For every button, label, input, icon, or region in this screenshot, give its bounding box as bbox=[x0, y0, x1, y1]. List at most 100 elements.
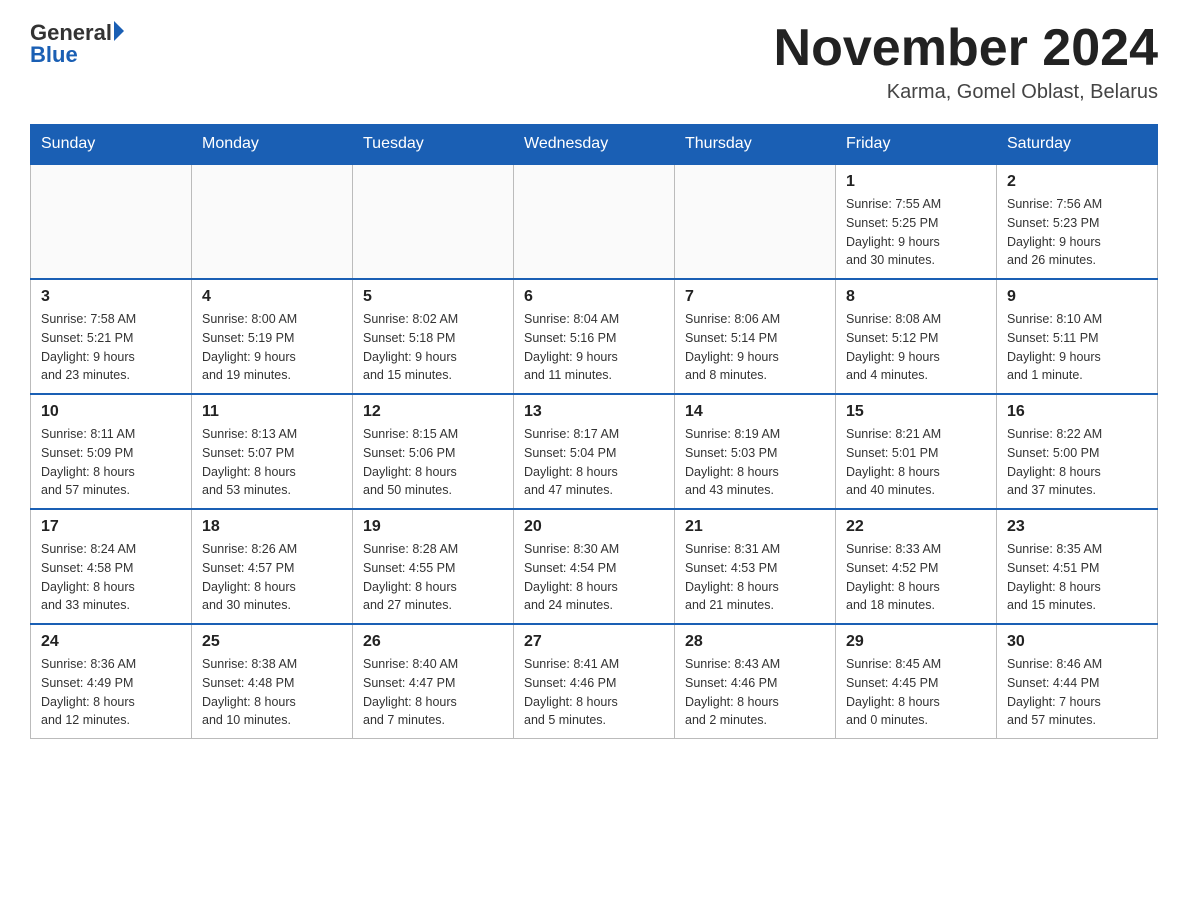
calendar-day-cell: 18 Sunrise: 8:26 AMSunset: 4:57 PMDayligh… bbox=[192, 509, 353, 624]
calendar-day-cell: 5Sunrise: 8:02 AMSunset: 5:18 PMDaylight… bbox=[353, 279, 514, 394]
day-info: Sunrise: 8:21 AMSunset: 5:01 PMDaylight:… bbox=[846, 425, 986, 500]
day-info: Sunrise: 8:35 AMSunset: 4:51 PMDaylight:… bbox=[1007, 540, 1147, 615]
day-of-week-header: Sunday bbox=[31, 125, 192, 165]
day-number: 21 bbox=[685, 518, 825, 536]
day-info: Sunrise: 8:43 AMSunset: 4:46 PMDaylight:… bbox=[685, 655, 825, 730]
calendar-day-cell: 8 Sunrise: 8:08 AMSunset: 5:12 PMDaylight… bbox=[836, 279, 997, 394]
calendar-day-cell: 23 Sunrise: 8:35 AMSunset: 4:51 PMDayligh… bbox=[997, 509, 1158, 624]
day-info: Sunrise: 8:30 AMSunset: 4:54 PMDaylight:… bbox=[524, 540, 664, 615]
day-info: Sunrise: 7:55 AMSunset: 5:25 PMDaylight:… bbox=[846, 195, 986, 270]
month-title: November 2024 bbox=[774, 20, 1158, 77]
day-info: Sunrise: 8:36 AMSunset: 4:49 PMDaylight:… bbox=[41, 655, 181, 730]
day-number: 2 bbox=[1007, 173, 1147, 191]
day-number: 20 bbox=[524, 518, 664, 536]
calendar-day-cell bbox=[675, 164, 836, 279]
calendar-week-row: 1Sunrise: 7:55 AMSunset: 5:25 PMDaylight… bbox=[31, 164, 1158, 279]
calendar-day-cell: 9 Sunrise: 8:10 AMSunset: 5:11 PMDaylight… bbox=[997, 279, 1158, 394]
calendar-day-cell: 28 Sunrise: 8:43 AMSunset: 4:46 PMDayligh… bbox=[675, 624, 836, 739]
day-info: Sunrise: 8:04 AMSunset: 5:16 PMDaylight:… bbox=[524, 310, 664, 385]
day-of-week-header: Wednesday bbox=[514, 125, 675, 165]
day-number: 23 bbox=[1007, 518, 1147, 536]
day-number: 14 bbox=[685, 403, 825, 421]
logo-triangle-icon bbox=[114, 21, 124, 41]
calendar-header: SundayMondayTuesdayWednesdayThursdayFrid… bbox=[31, 125, 1158, 165]
page-header: General Blue November 2024 Karma, Gomel … bbox=[30, 20, 1158, 104]
location-subtitle: Karma, Gomel Oblast, Belarus bbox=[774, 81, 1158, 104]
day-info: Sunrise: 8:28 AMSunset: 4:55 PMDaylight:… bbox=[363, 540, 503, 615]
day-headers-row: SundayMondayTuesdayWednesdayThursdayFrid… bbox=[31, 125, 1158, 165]
day-info: Sunrise: 8:02 AMSunset: 5:18 PMDaylight:… bbox=[363, 310, 503, 385]
calendar-day-cell: 19 Sunrise: 8:28 AMSunset: 4:55 PMDayligh… bbox=[353, 509, 514, 624]
day-number: 29 bbox=[846, 633, 986, 651]
calendar-day-cell: 1Sunrise: 7:55 AMSunset: 5:25 PMDaylight… bbox=[836, 164, 997, 279]
calendar-day-cell: 26 Sunrise: 8:40 AMSunset: 4:47 PMDayligh… bbox=[353, 624, 514, 739]
calendar-table: SundayMondayTuesdayWednesdayThursdayFrid… bbox=[30, 124, 1158, 739]
calendar-day-cell bbox=[192, 164, 353, 279]
day-info: Sunrise: 7:56 AMSunset: 5:23 PMDaylight:… bbox=[1007, 195, 1147, 270]
day-info: Sunrise: 8:11 AMSunset: 5:09 PMDaylight:… bbox=[41, 425, 181, 500]
calendar-day-cell: 25 Sunrise: 8:38 AMSunset: 4:48 PMDayligh… bbox=[192, 624, 353, 739]
day-info: Sunrise: 8:24 AMSunset: 4:58 PMDaylight:… bbox=[41, 540, 181, 615]
day-info: Sunrise: 7:58 AMSunset: 5:21 PMDaylight:… bbox=[41, 310, 181, 385]
logo-blue-text: Blue bbox=[30, 42, 78, 68]
day-number: 7 bbox=[685, 288, 825, 306]
day-number: 13 bbox=[524, 403, 664, 421]
day-number: 4 bbox=[202, 288, 342, 306]
day-info: Sunrise: 8:10 AMSunset: 5:11 PMDaylight:… bbox=[1007, 310, 1147, 385]
calendar-day-cell: 6 Sunrise: 8:04 AMSunset: 5:16 PMDaylight… bbox=[514, 279, 675, 394]
calendar-day-cell: 3 Sunrise: 7:58 AMSunset: 5:21 PMDaylight… bbox=[31, 279, 192, 394]
day-info: Sunrise: 8:00 AMSunset: 5:19 PMDaylight:… bbox=[202, 310, 342, 385]
day-number: 10 bbox=[41, 403, 181, 421]
day-info: Sunrise: 8:15 AMSunset: 5:06 PMDaylight:… bbox=[363, 425, 503, 500]
calendar-day-cell: 15 Sunrise: 8:21 AMSunset: 5:01 PMDayligh… bbox=[836, 394, 997, 509]
day-number: 28 bbox=[685, 633, 825, 651]
logo: General Blue bbox=[30, 20, 124, 68]
day-info: Sunrise: 8:08 AMSunset: 5:12 PMDaylight:… bbox=[846, 310, 986, 385]
day-info: Sunrise: 8:31 AMSunset: 4:53 PMDaylight:… bbox=[685, 540, 825, 615]
day-number: 6 bbox=[524, 288, 664, 306]
day-info: Sunrise: 8:06 AMSunset: 5:14 PMDaylight:… bbox=[685, 310, 825, 385]
day-of-week-header: Monday bbox=[192, 125, 353, 165]
calendar-day-cell: 7 Sunrise: 8:06 AMSunset: 5:14 PMDaylight… bbox=[675, 279, 836, 394]
day-info: Sunrise: 8:41 AMSunset: 4:46 PMDaylight:… bbox=[524, 655, 664, 730]
day-number: 27 bbox=[524, 633, 664, 651]
day-of-week-header: Thursday bbox=[675, 125, 836, 165]
day-info: Sunrise: 8:33 AMSunset: 4:52 PMDaylight:… bbox=[846, 540, 986, 615]
calendar-day-cell: 16Sunrise: 8:22 AMSunset: 5:00 PMDayligh… bbox=[997, 394, 1158, 509]
calendar-week-row: 17Sunrise: 8:24 AMSunset: 4:58 PMDayligh… bbox=[31, 509, 1158, 624]
calendar-week-row: 24 Sunrise: 8:36 AMSunset: 4:49 PMDayligh… bbox=[31, 624, 1158, 739]
calendar-body: 1Sunrise: 7:55 AMSunset: 5:25 PMDaylight… bbox=[31, 164, 1158, 739]
calendar-day-cell: 11Sunrise: 8:13 AMSunset: 5:07 PMDayligh… bbox=[192, 394, 353, 509]
day-number: 19 bbox=[363, 518, 503, 536]
day-number: 16 bbox=[1007, 403, 1147, 421]
calendar-day-cell: 30Sunrise: 8:46 AMSunset: 4:44 PMDayligh… bbox=[997, 624, 1158, 739]
day-number: 11 bbox=[202, 403, 342, 421]
day-number: 25 bbox=[202, 633, 342, 651]
day-number: 15 bbox=[846, 403, 986, 421]
day-info: Sunrise: 8:38 AMSunset: 4:48 PMDaylight:… bbox=[202, 655, 342, 730]
calendar-day-cell: 24 Sunrise: 8:36 AMSunset: 4:49 PMDayligh… bbox=[31, 624, 192, 739]
day-info: Sunrise: 8:40 AMSunset: 4:47 PMDaylight:… bbox=[363, 655, 503, 730]
day-number: 3 bbox=[41, 288, 181, 306]
calendar-day-cell: 29Sunrise: 8:45 AMSunset: 4:45 PMDayligh… bbox=[836, 624, 997, 739]
day-number: 12 bbox=[363, 403, 503, 421]
day-number: 22 bbox=[846, 518, 986, 536]
calendar-day-cell: 12 Sunrise: 8:15 AMSunset: 5:06 PMDayligh… bbox=[353, 394, 514, 509]
calendar-day-cell: 17Sunrise: 8:24 AMSunset: 4:58 PMDayligh… bbox=[31, 509, 192, 624]
calendar-day-cell: 20 Sunrise: 8:30 AMSunset: 4:54 PMDayligh… bbox=[514, 509, 675, 624]
day-info: Sunrise: 8:46 AMSunset: 4:44 PMDaylight:… bbox=[1007, 655, 1147, 730]
day-info: Sunrise: 8:26 AMSunset: 4:57 PMDaylight:… bbox=[202, 540, 342, 615]
calendar-day-cell: 10 Sunrise: 8:11 AMSunset: 5:09 PMDayligh… bbox=[31, 394, 192, 509]
day-number: 18 bbox=[202, 518, 342, 536]
day-info: Sunrise: 8:19 AMSunset: 5:03 PMDaylight:… bbox=[685, 425, 825, 500]
day-number: 8 bbox=[846, 288, 986, 306]
calendar-day-cell bbox=[353, 164, 514, 279]
calendar-day-cell: 22 Sunrise: 8:33 AMSunset: 4:52 PMDayligh… bbox=[836, 509, 997, 624]
calendar-day-cell bbox=[31, 164, 192, 279]
calendar-day-cell: 13 Sunrise: 8:17 AMSunset: 5:04 PMDayligh… bbox=[514, 394, 675, 509]
day-info: Sunrise: 8:17 AMSunset: 5:04 PMDaylight:… bbox=[524, 425, 664, 500]
day-number: 9 bbox=[1007, 288, 1147, 306]
day-number: 26 bbox=[363, 633, 503, 651]
day-number: 24 bbox=[41, 633, 181, 651]
day-of-week-header: Friday bbox=[836, 125, 997, 165]
